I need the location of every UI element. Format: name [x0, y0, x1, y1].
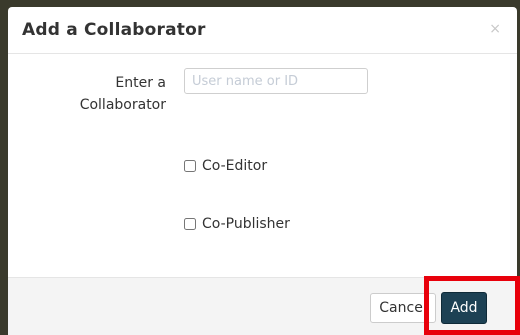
co-editor-label: Co-Editor	[202, 158, 268, 174]
dialog-title: Add a Collaborator	[22, 20, 206, 40]
collaborator-label-line2: Collaborator	[79, 97, 166, 113]
co-publisher-option[interactable]: Co-Publisher	[184, 216, 290, 232]
co-editor-checkbox[interactable]	[184, 160, 196, 172]
co-publisher-checkbox[interactable]	[184, 218, 196, 230]
collaborator-label-line1: Enter a	[115, 75, 166, 91]
collaborator-input[interactable]	[184, 68, 368, 94]
co-editor-option[interactable]: Co-Editor	[184, 158, 267, 174]
add-button[interactable]: Add	[441, 292, 487, 324]
dialog-header: Add a Collaborator ×	[8, 7, 517, 54]
dialog-body: Enter a Collaborator Co-Editor Co-Publis…	[8, 54, 517, 277]
co-publisher-label: Co-Publisher	[202, 216, 290, 232]
close-icon[interactable]: ×	[489, 22, 501, 36]
collaborator-label: Enter a Collaborator	[16, 72, 166, 116]
